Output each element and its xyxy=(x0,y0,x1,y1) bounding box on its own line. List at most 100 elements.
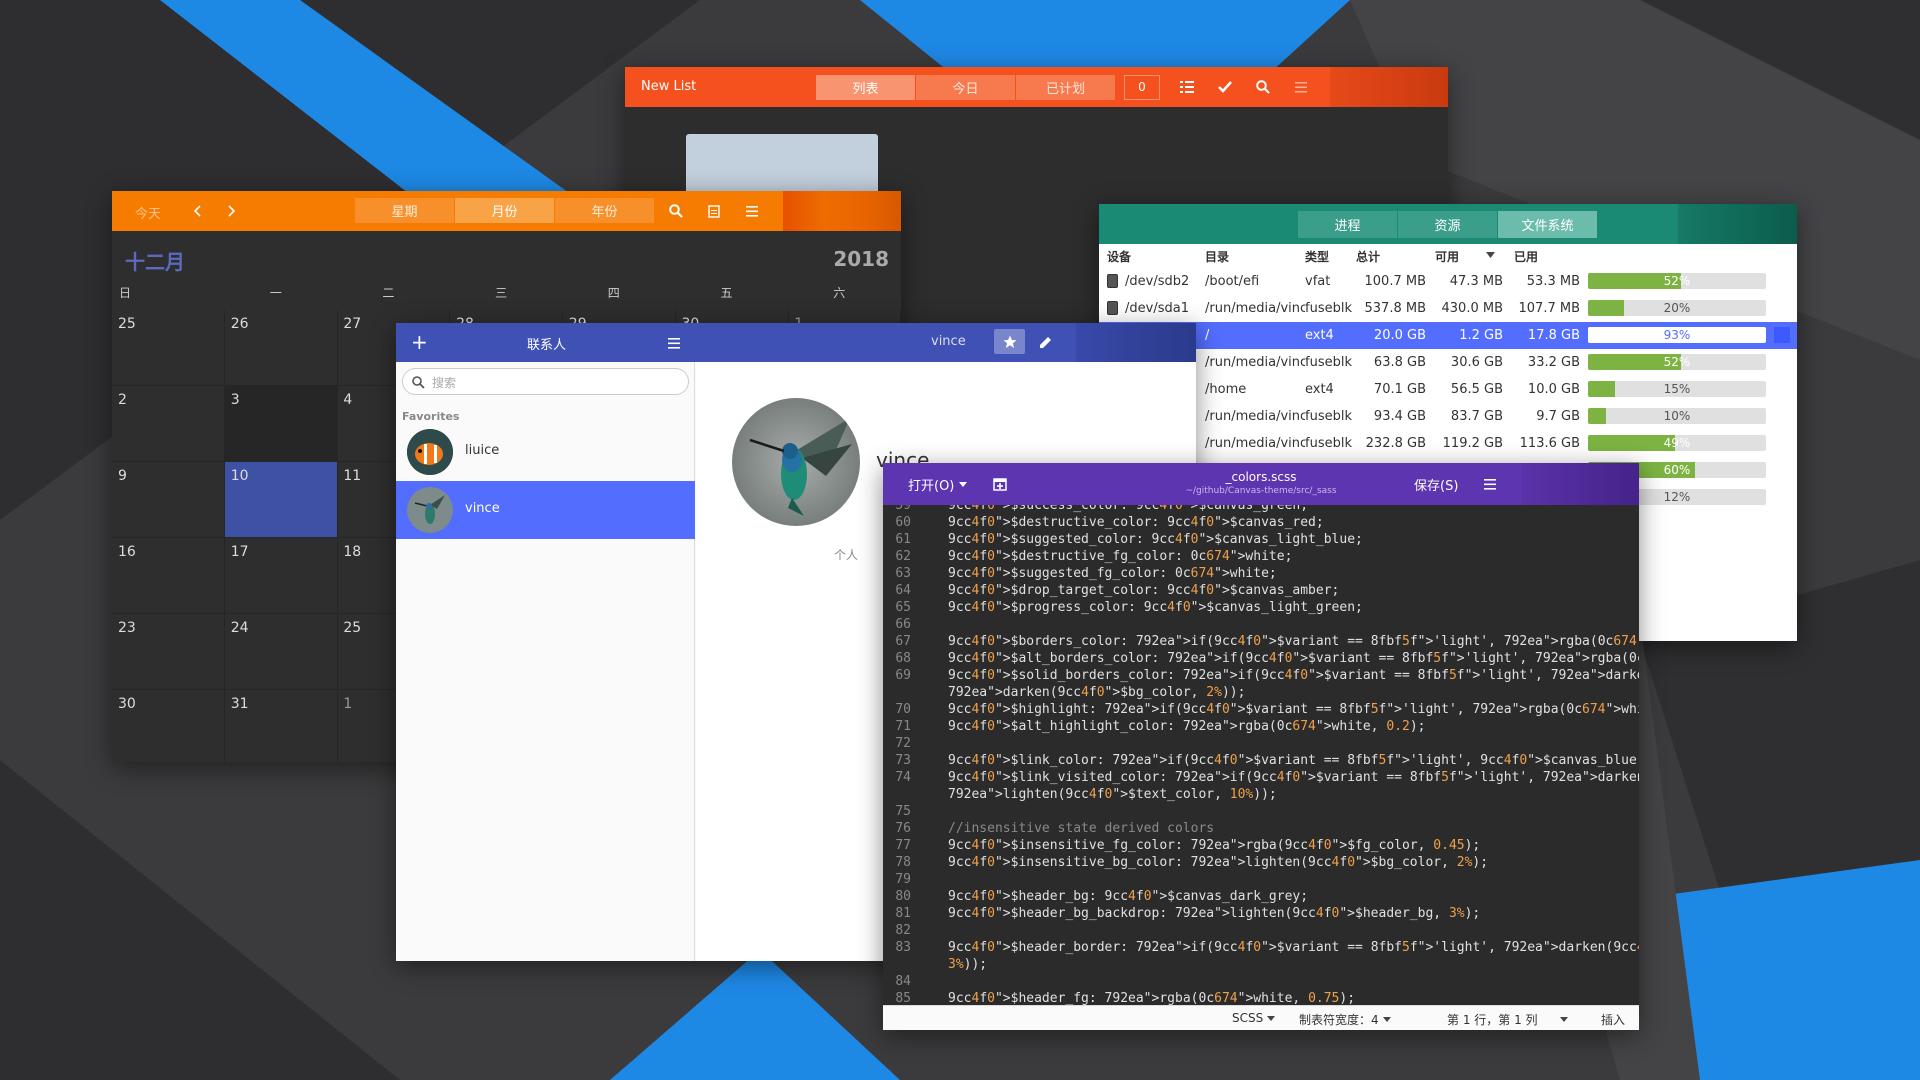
menu-icon[interactable] xyxy=(1480,474,1500,494)
weekday-header: 日一二三四五六 xyxy=(112,284,901,302)
list-view-icon[interactable] xyxy=(1177,77,1197,97)
tab-month[interactable]: 月份 xyxy=(455,198,554,223)
tab-filesystems[interactable]: 文件系统 xyxy=(1498,211,1597,238)
col-type[interactable]: 类型 xyxy=(1305,248,1329,265)
line-text: 9cc4f0">$progress_color: 9cc4f0">$canvas… xyxy=(948,600,1363,615)
tab-planned[interactable]: 已计划 xyxy=(1016,75,1115,100)
next-icon[interactable] xyxy=(223,202,241,220)
day-number: 16 xyxy=(118,544,136,560)
day-number: 30 xyxy=(118,696,136,712)
tab-width-selector[interactable]: 制表符宽度：4 xyxy=(1299,1011,1391,1028)
favorite-button[interactable] xyxy=(994,329,1025,354)
edit-icon[interactable] xyxy=(1034,332,1056,352)
day-cell[interactable]: 10 xyxy=(224,462,338,538)
col-dir[interactable]: 目录 xyxy=(1205,248,1229,265)
col-device[interactable]: 设备 xyxy=(1107,248,1131,265)
col-avail[interactable]: 可用 xyxy=(1435,248,1459,265)
status-bar: SCSS 制表符宽度：4 第 1 行，第 1 列 插入 xyxy=(883,1005,1639,1030)
usage-bar: 10% xyxy=(1588,408,1766,424)
sort-down-icon[interactable] xyxy=(1486,252,1495,258)
day-cell[interactable]: 2 xyxy=(112,386,225,462)
col-used[interactable]: 已用 xyxy=(1514,248,1538,265)
search-icon xyxy=(412,376,425,389)
avatar xyxy=(407,487,453,533)
code-line: 59 9cc4f0">$success_color: 9cc4f0">$canva… xyxy=(883,505,1639,515)
todo-count-badge[interactable]: 0 xyxy=(1124,75,1160,100)
line-number: 67 xyxy=(895,634,911,649)
col-total[interactable]: 总计 xyxy=(1356,248,1380,265)
filesystem-row[interactable]: /run/media/vinc fuseblk 63.8 GB 30.6 GB 33.2… xyxy=(1099,349,1797,376)
menu-icon[interactable] xyxy=(664,333,684,353)
search-icon[interactable] xyxy=(1253,77,1273,97)
line-number: 69 xyxy=(895,668,911,683)
code-line: 77 9cc4f0">$insensitive_fg_color: 792ea">… xyxy=(883,838,1639,855)
code-line: 68 9cc4f0">$alt_borders_color: 792ea">if(… xyxy=(883,651,1639,668)
line-text: 9cc4f0">$insensitive_bg_color: 792ea">li… xyxy=(948,855,1489,870)
contact-row-liuice[interactable]: liuice xyxy=(396,424,695,479)
day-cell[interactable]: 16 xyxy=(112,538,225,614)
code-view[interactable]: 59 9cc4f0">$success_color: 9cc4f0">$canva… xyxy=(883,505,1639,1005)
day-cell[interactable]: 9 xyxy=(112,462,225,538)
filesystem-row[interactable]: /dev/sda1/run/media/vinc fuseblk 537.8 MB 4… xyxy=(1099,295,1797,322)
line-text: 9cc4f0">$drop_target_color: 9cc4f0">$can… xyxy=(948,583,1340,598)
tab-year[interactable]: 年份 xyxy=(555,198,654,223)
contact-row-vince[interactable]: vince xyxy=(396,481,695,539)
prev-icon[interactable] xyxy=(188,202,206,220)
calendar-icon[interactable] xyxy=(704,201,724,221)
line-text: 792ea">darken(9cc4f0">$bg_color, 2%)); xyxy=(948,685,1246,700)
drive-icon xyxy=(1107,301,1118,315)
cell-used: 33.2 GB xyxy=(1527,355,1580,370)
check-icon[interactable] xyxy=(1215,77,1235,97)
day-cell[interactable]: 17 xyxy=(224,538,338,614)
day-number: 1 xyxy=(343,696,353,712)
tab-today[interactable]: 今日 xyxy=(916,75,1015,100)
search-field[interactable]: 搜索 xyxy=(402,368,689,395)
todo-headerbar: New List 列表 今日 已计划 0 xyxy=(625,67,1448,107)
day-cell[interactable]: 25 xyxy=(112,310,225,386)
cell-total: 537.8 MB xyxy=(1364,301,1426,316)
line-number: 61 xyxy=(895,532,911,547)
day-cell[interactable]: 23 xyxy=(112,614,225,690)
day-number: 4 xyxy=(343,392,353,408)
day-cell[interactable]: 24 xyxy=(224,614,338,690)
weekday-label: 二 xyxy=(382,286,395,300)
filesystem-row[interactable]: /run/media/vinc fuseblk 93.4 GB 83.7 GB 9.7 … xyxy=(1099,403,1797,430)
menu-icon[interactable] xyxy=(1291,77,1311,97)
contact-name: liuice xyxy=(465,443,500,458)
cell-dir: /run/media/vinc xyxy=(1205,409,1305,424)
line-number: 62 xyxy=(895,549,911,564)
cell-total: 63.8 GB xyxy=(1373,355,1426,370)
day-cell[interactable]: 30 xyxy=(112,690,225,762)
code-line: 78 9cc4f0">$insensitive_bg_color: 792ea">… xyxy=(883,855,1639,872)
line-text: 9cc4f0">$destructive_fg_color: 0c674">wh… xyxy=(948,549,1293,564)
tab-week[interactable]: 星期 xyxy=(355,198,454,223)
line-number: 83 xyxy=(895,940,911,955)
usage-percent: 52% xyxy=(1663,274,1691,288)
line-number: 76 xyxy=(895,821,911,836)
tab-processes[interactable]: 进程 xyxy=(1298,211,1397,238)
tab-list[interactable]: 列表 xyxy=(816,75,915,100)
tab-resources[interactable]: 资源 xyxy=(1398,211,1497,238)
code-line: 60 9cc4f0">$destructive_color: 9cc4f0">$c… xyxy=(883,515,1639,532)
today-button[interactable]: 今天 xyxy=(135,203,161,222)
usage-bar: 52% xyxy=(1588,354,1766,370)
insert-mode: 插入 xyxy=(1601,1013,1626,1027)
menu-icon[interactable] xyxy=(742,201,762,221)
search-icon[interactable] xyxy=(666,201,686,221)
line-text: 9cc4f0">$suggested_fg_color: 0c674">whit… xyxy=(948,566,1277,581)
filesystem-row[interactable]: / ext4 20.0 GB 1.2 GB 17.8 GB 93% xyxy=(1099,322,1797,349)
line-number: 85 xyxy=(895,991,911,1005)
filesystem-row[interactable]: /dev/sdb2/boot/efi vfat 100.7 MB 47.3 MB 53.… xyxy=(1099,268,1797,295)
day-cell[interactable]: 3 xyxy=(224,386,338,462)
save-button[interactable]: 保存(S) xyxy=(1414,475,1458,494)
add-contact-button[interactable]: + xyxy=(411,330,428,354)
day-number: 11 xyxy=(343,468,362,484)
line-number: 70 xyxy=(895,702,911,717)
language-selector[interactable]: SCSS xyxy=(1232,1011,1276,1025)
filesystem-row[interactable]: /home ext4 70.1 GB 56.5 GB 10.0 GB 15% xyxy=(1099,376,1797,403)
day-cell[interactable]: 31 xyxy=(225,690,338,762)
day-cell[interactable]: 26 xyxy=(224,310,338,386)
filesystem-row[interactable]: /run/media/vinc fuseblk 232.8 GB 119.2 GB 11… xyxy=(1099,430,1797,457)
titlebar-accent xyxy=(1076,323,1196,362)
cursor-position[interactable]: 第 1 行，第 1 列 xyxy=(1447,1011,1568,1028)
